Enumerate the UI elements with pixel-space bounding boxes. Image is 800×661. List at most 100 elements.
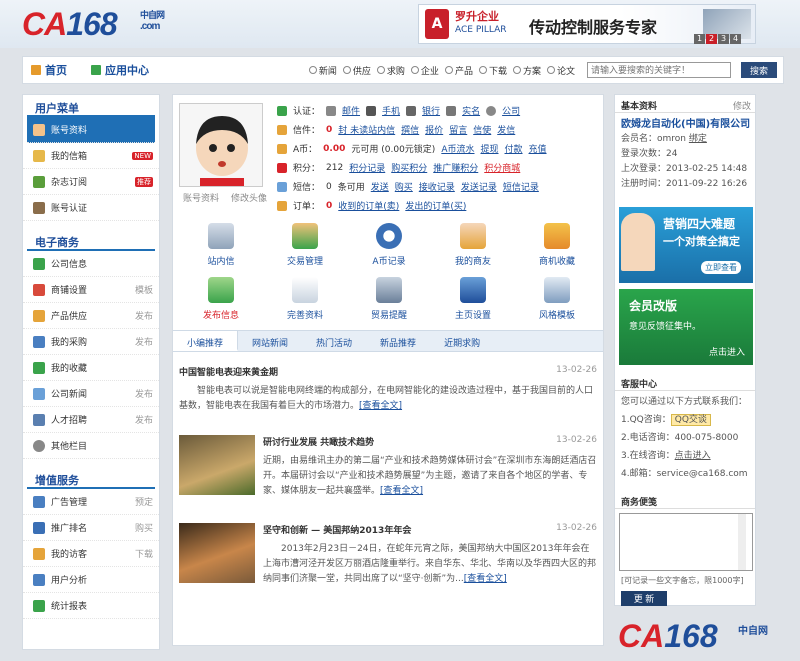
- tab-hot-events[interactable]: 热门活动: [302, 331, 366, 351]
- ad-icon: [33, 495, 45, 508]
- tab-editor-picks[interactable]: 小编推荐: [173, 331, 239, 351]
- read-more-link[interactable]: [查看全文]: [464, 574, 507, 584]
- sidebar-item-product-supply[interactable]: 产品供应 发布: [23, 303, 159, 329]
- main-content: 账号资料 修改头像 认证： 邮件 手机 银行 实名 公司 信件： 0 封 未读站内信…: [172, 94, 604, 646]
- sidebar-item-ranking[interactable]: 推广排名 购买: [23, 515, 159, 541]
- memo-update-button[interactable]: 更 新: [621, 591, 667, 606]
- box-icon: [33, 309, 45, 322]
- read-more-link[interactable]: [查看全文]: [359, 401, 402, 411]
- inbox-icon: [208, 223, 234, 249]
- footer-logo: CA168 中自网: [618, 618, 768, 654]
- banner-page-1[interactable]: 1: [694, 34, 705, 44]
- radio-product[interactable]: 产品: [444, 64, 473, 77]
- sidebar-item-shop-settings[interactable]: 商铺设置 模板: [23, 277, 159, 303]
- member-revamp-banner[interactable]: 会员改版 意见反馈征集中。 点击进入: [619, 289, 753, 365]
- quick-friends[interactable]: 我的商友: [438, 219, 508, 273]
- banner-page-4[interactable]: 4: [730, 34, 741, 44]
- radio-purchase[interactable]: 求购: [376, 64, 405, 77]
- tab-site-news[interactable]: 网站新闻: [238, 331, 302, 351]
- top-header: CA168 中自网 .com A 罗升企业 ACE PILLAR 传动控制服务专家…: [0, 0, 800, 48]
- quick-homepage[interactable]: 主页设置: [438, 273, 508, 327]
- quick-trade-alert[interactable]: 贸易提醒: [354, 273, 424, 327]
- new-badge: NEW: [132, 151, 153, 160]
- rank-icon: [33, 521, 45, 534]
- news-tabs: 小编推荐 网站新闻 热门活动 新品推荐 近期求购: [173, 330, 603, 352]
- banner-page-3[interactable]: 3: [718, 34, 729, 44]
- marketing-promo-banner[interactable]: 营销四大难题 一个对策全搞定 立即查看: [619, 207, 753, 283]
- sidebar-item-mailbox[interactable]: 我的信箱 NEW: [23, 143, 159, 169]
- radio-solution[interactable]: 方案: [512, 64, 541, 77]
- news-title[interactable]: 研讨行业发展 共瞰技术趋势: [263, 435, 374, 448]
- quick-trade[interactable]: 交易管理: [270, 219, 340, 273]
- banner-pager: 1 2 3 4: [694, 34, 741, 44]
- coin-icon: [277, 143, 287, 154]
- radio-download[interactable]: 下载: [478, 64, 507, 77]
- search-input[interactable]: [587, 62, 731, 78]
- quick-acoin[interactable]: A币记录: [354, 219, 424, 273]
- visitor-icon: [33, 547, 45, 560]
- account-summary: 认证： 邮件 手机 银行 实名 公司 信件： 0 封 未读站内信 撰信 报价 留言 信使发…: [277, 101, 601, 215]
- sidebar-item-magazine[interactable]: 杂志订阅 推荐: [23, 169, 159, 195]
- folder-icon: [544, 223, 570, 249]
- radio-paper[interactable]: 论文: [546, 64, 575, 77]
- memo-textarea[interactable]: [619, 513, 753, 571]
- banner-page-2[interactable]: 2: [706, 34, 717, 44]
- mail-icon: [33, 149, 45, 162]
- template-icon: [544, 277, 570, 303]
- site-logo[interactable]: CA168 中自网 .com: [22, 6, 165, 43]
- sidebar-item-ads[interactable]: 广告管理 预定: [23, 489, 159, 515]
- sidebar-item-company-info[interactable]: 公司信息: [23, 251, 159, 277]
- online-consult-link[interactable]: 点击进入: [675, 451, 711, 461]
- bell-icon: [376, 277, 402, 303]
- radio-news[interactable]: 新闻: [308, 64, 337, 77]
- radio-supply[interactable]: 供应: [342, 64, 371, 77]
- cartoon-avatar-icon: [180, 104, 262, 186]
- edit-account-link[interactable]: 修改: [733, 99, 751, 112]
- quick-publish[interactable]: 发布信息: [186, 273, 256, 327]
- news-title[interactable]: 坚守和创新 — 美国邦纳2013年年会: [263, 523, 411, 536]
- sidebar-item-my-purchase[interactable]: 我的采购 发布: [23, 329, 159, 355]
- account-info-link[interactable]: 账号资料: [183, 191, 219, 204]
- orders-row: 订单： 0 收到的订单(卖) 发出的订单(买): [277, 196, 601, 215]
- company-icon: [486, 105, 497, 116]
- clock-icon: [376, 223, 402, 249]
- messages-row: 信件： 0 封 未读站内信 撰信 报价 留言 信使 发信: [277, 120, 601, 139]
- avatar[interactable]: [179, 103, 263, 187]
- quick-profile[interactable]: 完善资料: [270, 273, 340, 327]
- nav-home[interactable]: 首页: [31, 62, 67, 78]
- news-title[interactable]: 中国智能电表迎来黄金期: [179, 365, 278, 378]
- bind-link[interactable]: 绑定: [689, 134, 707, 144]
- sidebar-item-user-analysis[interactable]: 用户分析: [23, 567, 159, 593]
- memo-scrollbar[interactable]: [738, 514, 746, 570]
- nav-app-center[interactable]: 应用中心: [91, 62, 149, 78]
- memo-hint: [可记录一些文字备忘，限1000字]: [621, 576, 744, 585]
- search-type-options: 新闻 供应 求购 企业 产品 下载 方案 论文 搜索: [308, 62, 783, 78]
- tab-new-products[interactable]: 新品推荐: [366, 331, 430, 351]
- quick-favorites[interactable]: 商机收藏: [522, 219, 592, 273]
- points-row: 积分： 212 积分记录 购买积分 推广赚积分 积分商城: [277, 158, 601, 177]
- tab-recent-purchase[interactable]: 近期求购: [430, 331, 494, 351]
- sidebar-item-reports[interactable]: 统计报表: [23, 593, 159, 619]
- qq-chat-button[interactable]: QQ交谈: [670, 414, 711, 426]
- shield-icon: [277, 105, 287, 116]
- user-menu-title: 用户菜单: [27, 95, 155, 117]
- radio-company[interactable]: 企业: [410, 64, 439, 77]
- read-more-link[interactable]: [查看全文]: [380, 486, 423, 496]
- sidebar-item-favorites[interactable]: 我的收藏: [23, 355, 159, 381]
- quick-inbox[interactable]: 站内信: [186, 219, 256, 273]
- sidebar-item-other[interactable]: 其他栏目: [23, 433, 159, 459]
- change-avatar-link[interactable]: 修改头像: [231, 191, 267, 204]
- sidebar-item-verify[interactable]: 账号认证: [23, 195, 159, 221]
- sidebar-item-company-news[interactable]: 公司新闻 发布: [23, 381, 159, 407]
- search-button[interactable]: 搜索: [741, 62, 777, 78]
- realname-icon: [446, 105, 457, 116]
- quick-templates[interactable]: 风格模板: [522, 273, 592, 327]
- banner-company-cn: 罗升企业: [455, 10, 499, 23]
- news-thumbnail[interactable]: [179, 435, 255, 495]
- sidebar-item-visitors[interactable]: 我的访客 下载: [23, 541, 159, 567]
- sidebar-item-account[interactable]: 账号资料: [27, 117, 155, 143]
- sidebar-item-recruit[interactable]: 人才招聘 发布: [23, 407, 159, 433]
- user-icon: [33, 123, 45, 136]
- news-thumbnail[interactable]: [179, 523, 255, 583]
- phone-icon: [366, 105, 377, 116]
